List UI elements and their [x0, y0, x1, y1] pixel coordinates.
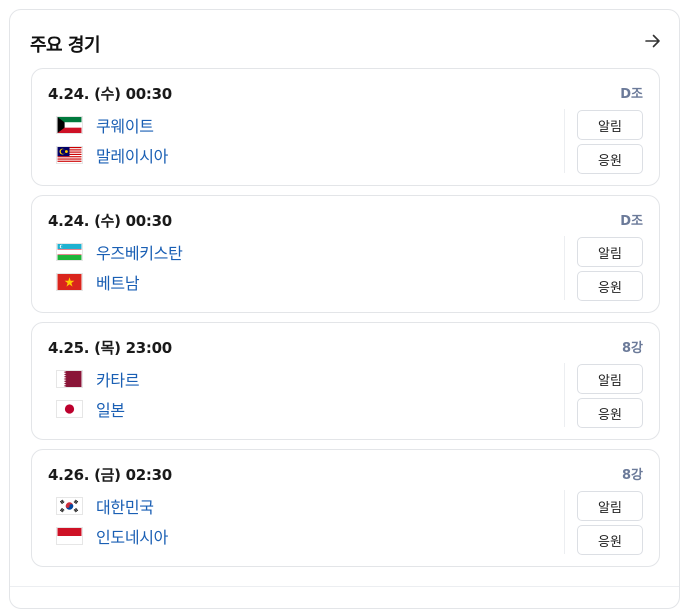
team-home[interactable]: 쿠웨이트	[56, 114, 154, 136]
match-card: 4.24. (수) 00:30 D조 쿠웨이트 말레이시아 알림 응원	[31, 68, 660, 186]
team-away[interactable]: 인도네시아	[56, 525, 168, 547]
match-stage: D조	[620, 87, 643, 102]
team-name[interactable]: 쿠웨이트	[96, 113, 154, 137]
major-matches-panel: 주요 경기 4.24. (수) 00:30 D조 쿠웨이트 말레이시아 알림 응…	[9, 9, 680, 609]
divider	[564, 109, 565, 173]
cheer-button[interactable]: 응원	[577, 271, 643, 301]
panel-title: 주요 경기	[30, 35, 101, 56]
vietnam-flag-icon	[56, 273, 83, 291]
alarm-button[interactable]: 알림	[577, 110, 643, 140]
match-stage: 8강	[621, 468, 643, 483]
match-card: 4.25. (목) 23:00 8강 카타르 일본 알림 응원	[31, 322, 660, 440]
team-name[interactable]: 말레이시아	[96, 143, 168, 167]
divider	[10, 586, 679, 587]
cheer-button[interactable]: 응원	[577, 398, 643, 428]
match-card: 4.26. (금) 02:30 8강 대한민국 인도네시아 알림 응원	[31, 449, 660, 567]
team-away[interactable]: 일본	[56, 398, 125, 420]
alarm-button[interactable]: 알림	[577, 364, 643, 394]
team-home[interactable]: 우즈베키스탄	[56, 241, 183, 263]
south-korea-flag-icon	[56, 497, 83, 515]
japan-flag-icon	[56, 400, 83, 418]
arrow-right-icon[interactable]	[643, 31, 663, 51]
team-name[interactable]: 우즈베키스탄	[96, 240, 183, 264]
team-home[interactable]: 카타르	[56, 367, 140, 391]
team-name[interactable]: 베트남	[96, 270, 140, 294]
match-stage: D조	[620, 214, 643, 229]
team-name[interactable]: 인도네시아	[96, 524, 168, 548]
team-name[interactable]: 카타르	[96, 367, 140, 391]
team-home[interactable]: 대한민국	[56, 495, 154, 517]
match-datetime: 4.24. (수) 00:30	[48, 212, 172, 230]
match-datetime: 4.25. (목) 23:00	[48, 339, 172, 357]
team-away[interactable]: 말레이시아	[56, 144, 168, 166]
panel-header: 주요 경기	[30, 31, 663, 56]
divider	[564, 490, 565, 554]
kuwait-flag-icon	[56, 116, 83, 134]
team-name[interactable]: 대한민국	[96, 494, 154, 518]
team-name[interactable]: 일본	[96, 397, 125, 421]
alarm-button[interactable]: 알림	[577, 491, 643, 521]
match-datetime: 4.24. (수) 00:30	[48, 85, 172, 103]
match-stage: 8강	[621, 341, 643, 356]
alarm-button[interactable]: 알림	[577, 237, 643, 267]
indonesia-flag-icon	[56, 527, 83, 545]
qatar-flag-icon	[56, 370, 83, 388]
match-card: 4.24. (수) 00:30 D조 우즈베키스탄 베트남 알림 응원	[31, 195, 660, 313]
match-datetime: 4.26. (금) 02:30	[48, 466, 172, 484]
cheer-button[interactable]: 응원	[577, 144, 643, 174]
divider	[564, 236, 565, 300]
malaysia-flag-icon	[56, 146, 83, 164]
team-away[interactable]: 베트남	[56, 270, 140, 294]
divider	[564, 363, 565, 427]
cheer-button[interactable]: 응원	[577, 525, 643, 555]
uzbekistan-flag-icon	[56, 243, 83, 261]
